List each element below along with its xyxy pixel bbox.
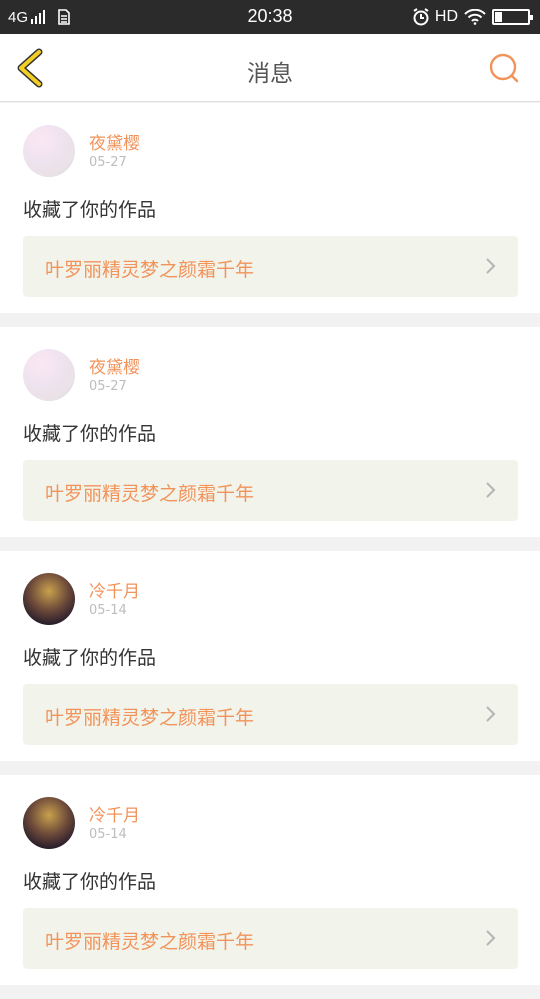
username[interactable]: 夜黛樱 (89, 353, 140, 378)
avatar[interactable] (23, 125, 75, 177)
wifi-icon (464, 9, 486, 25)
message-date: 05-14 (89, 827, 127, 842)
work-title: 叶罗丽精灵梦之颜霜千年 (45, 259, 255, 281)
avatar[interactable] (23, 573, 75, 625)
work-title: 叶罗丽精灵梦之颜霜千年 (45, 483, 255, 505)
chevron-right-icon (486, 706, 496, 722)
username[interactable]: 夜黛樱 (89, 129, 140, 154)
work-link[interactable]: 叶罗丽精灵梦之颜霜千年 (23, 460, 518, 521)
work-title: 叶罗丽精灵梦之颜霜千年 (45, 707, 255, 729)
chevron-right-icon (486, 258, 496, 274)
message-date: 05-27 (89, 155, 127, 170)
username[interactable]: 冷千月 (89, 801, 140, 826)
username[interactable]: 冷千月 (89, 577, 140, 602)
list-item: 夜黛樱 05-27 收藏了你的作品 叶罗丽精灵梦之颜霜千年 (0, 327, 540, 537)
chevron-right-icon (486, 482, 496, 498)
status-right: HD (412, 7, 533, 27)
message-date: 05-14 (89, 603, 127, 618)
message-text: 收藏了你的作品 (23, 199, 157, 221)
hd-indicator: HD (434, 8, 458, 25)
nav-bar: 消息 (0, 34, 540, 102)
search-icon[interactable] (488, 52, 520, 84)
status-bar: 4G 20:38 HD (0, 0, 540, 34)
work-link[interactable]: 叶罗丽精灵梦之颜霜千年 (23, 684, 518, 745)
message-date: 05-27 (89, 379, 127, 394)
work-link[interactable]: 叶罗丽精灵梦之颜霜千年 (23, 236, 518, 297)
list-item: 冷千月 05-14 收藏了你的作品 叶罗丽精灵梦之颜霜千年 (0, 551, 540, 761)
list-item: 冷千月 05-14 收藏了你的作品 叶罗丽精灵梦之颜霜千年 (0, 775, 540, 985)
page-title: 消息 (247, 61, 293, 87)
work-title: 叶罗丽精灵梦之颜霜千年 (45, 931, 255, 953)
message-text: 收藏了你的作品 (23, 871, 157, 893)
alarm-icon (413, 8, 429, 26)
chevron-right-icon (486, 930, 496, 946)
battery-icon (492, 9, 533, 25)
avatar[interactable] (23, 349, 75, 401)
message-text: 收藏了你的作品 (23, 647, 157, 669)
list-item: 夜黛樱 05-27 收藏了你的作品 叶罗丽精灵梦之颜霜千年 (0, 103, 540, 313)
avatar[interactable] (23, 797, 75, 849)
message-list: 夜黛樱 05-27 收藏了你的作品 叶罗丽精灵梦之颜霜千年 夜黛樱 05-27 … (0, 103, 540, 999)
message-text: 收藏了你的作品 (23, 423, 157, 445)
